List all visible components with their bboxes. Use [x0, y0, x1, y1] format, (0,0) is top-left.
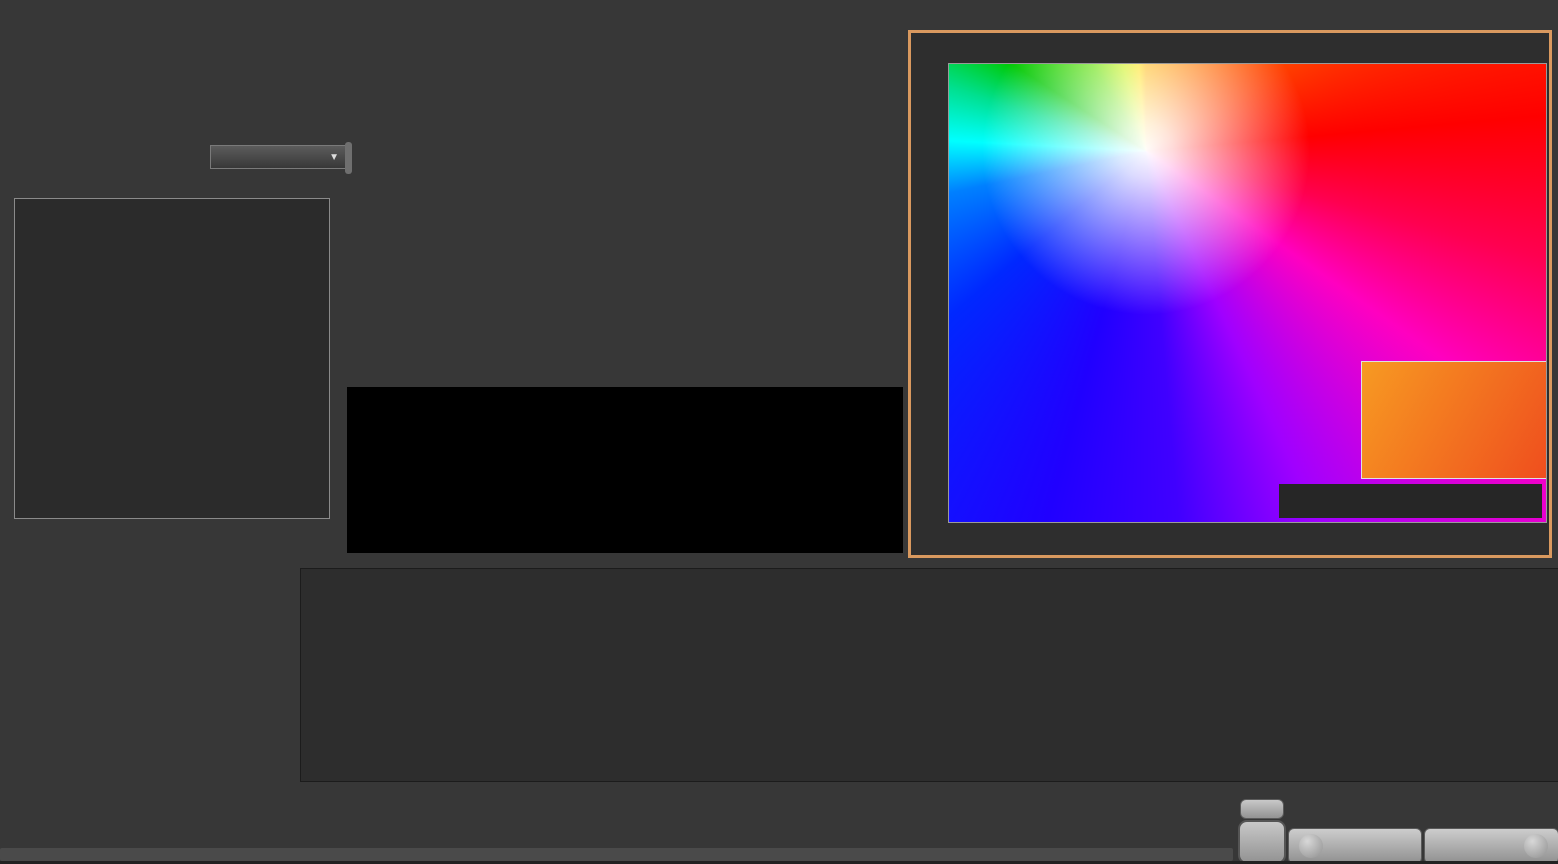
back-button[interactable]	[1288, 828, 1422, 864]
patch-toolbar-scrollbar[interactable]	[0, 848, 1233, 861]
cie-inset-points	[1362, 362, 1547, 478]
deltae2000-chart	[8, 180, 340, 540]
rgb-triplet-readout	[1279, 484, 1542, 518]
delta-lch-charts	[345, 30, 907, 390]
stats-table-splitter[interactable]	[291, 560, 297, 800]
expand-patch-panel-button[interactable]	[1240, 799, 1284, 819]
colorchecker-app: { "app": { "title": "ColorChecker", "des…	[0, 0, 1558, 864]
panel-splitter-handle[interactable]	[345, 142, 352, 174]
cie-1976-panel[interactable]	[908, 30, 1552, 558]
chevron-down-icon: ▼	[329, 152, 339, 163]
colorchecker-table	[300, 568, 1558, 782]
de-formula-dropdown[interactable]: ▼	[210, 145, 346, 169]
patch-window-button[interactable]	[1238, 820, 1286, 864]
cie-zoom-inset	[1361, 361, 1547, 479]
deltae2000-plot-area	[14, 198, 330, 519]
next-button[interactable]	[1424, 828, 1558, 864]
cie-plot-area	[948, 63, 1547, 523]
chevron-left-icon	[1299, 834, 1323, 858]
actual-target-swatch-strip	[347, 387, 903, 553]
chevron-right-icon	[1524, 834, 1548, 858]
